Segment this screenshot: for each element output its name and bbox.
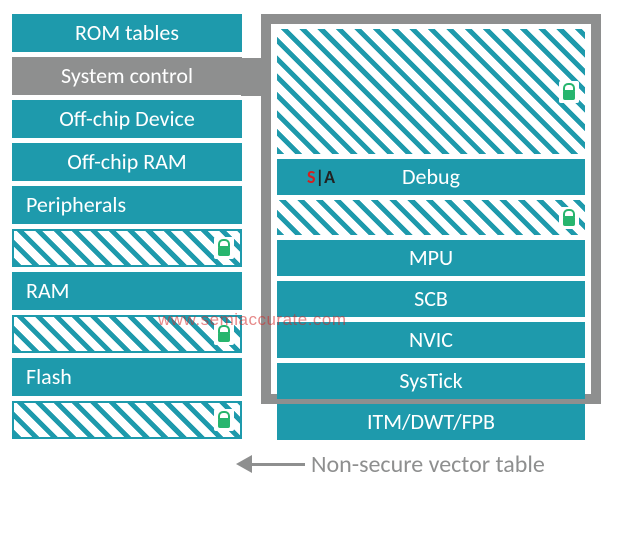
- itm-dwt-fpb-block: ITM/DWT/FPB: [277, 404, 585, 440]
- non-secure-vector-table-pointer: Non-secure vector table: [250, 450, 545, 479]
- secure-ram-region: [12, 315, 242, 353]
- lock-icon: [559, 207, 579, 229]
- mpu-block: MPU: [277, 240, 585, 276]
- nvic-block: NVIC: [277, 322, 585, 358]
- arrow-left-icon: [236, 455, 252, 473]
- arrow-line: [250, 463, 305, 466]
- ram-block: RAM: [12, 272, 242, 310]
- off-chip-ram-block: Off-chip RAM: [12, 143, 242, 181]
- badge-sep: |: [316, 166, 324, 188]
- secure-flash-region: [12, 401, 242, 439]
- arrow-label: Non-secure vector table: [311, 450, 545, 479]
- debug-label: Debug: [402, 163, 460, 190]
- system-control-block: System control: [12, 57, 242, 95]
- systick-block: SysTick: [277, 363, 585, 399]
- flash-block: Flash: [12, 358, 242, 396]
- peripherals-block: Peripherals: [12, 186, 242, 224]
- rom-tables-block: ROM tables: [12, 14, 242, 52]
- secure-debug-region-lower: [277, 200, 585, 235]
- system-control-space-panel: S|A Debug MPU SCB NVIC SysTick ITM/DWT/F…: [261, 14, 601, 404]
- memory-map-left-column: ROM tables System control Off-chip Devic…: [12, 14, 242, 444]
- off-chip-device-block: Off-chip Device: [12, 100, 242, 138]
- secure-debug-region-upper: [277, 29, 585, 154]
- lock-icon: [214, 323, 234, 345]
- scb-block: SCB: [277, 281, 585, 317]
- secure-peripherals-region: [12, 229, 242, 267]
- lock-icon: [214, 409, 234, 431]
- system-control-connector: [241, 58, 263, 96]
- lock-icon: [214, 237, 234, 259]
- badge-s: S: [307, 166, 315, 188]
- lock-icon: [559, 81, 579, 103]
- sa-watermark-badge: S|A: [307, 168, 334, 186]
- debug-block: S|A Debug: [277, 159, 585, 195]
- badge-a: A: [324, 166, 334, 188]
